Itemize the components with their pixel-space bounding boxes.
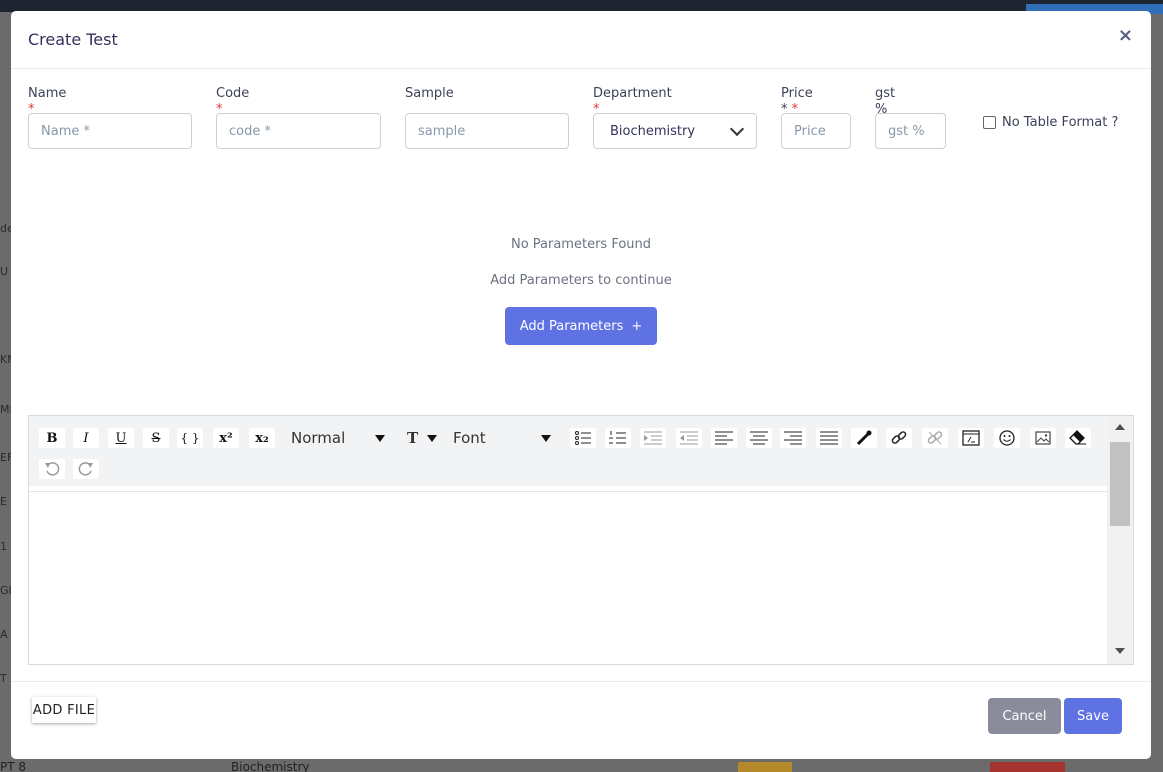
embed-button[interactable]	[958, 428, 984, 448]
font-dropdown[interactable]: Font	[453, 428, 551, 448]
align-left-icon	[715, 431, 733, 445]
link-button[interactable]	[886, 428, 912, 448]
sample-label: Sample	[405, 86, 454, 101]
underline-button[interactable]: U	[108, 428, 134, 448]
emoji-button[interactable]	[994, 428, 1020, 448]
eraser-icon	[1069, 430, 1086, 445]
color-picker-button[interactable]	[851, 428, 877, 448]
code-input[interactable]	[216, 113, 381, 149]
add-parameters-hint: Add Parameters to continue	[490, 273, 672, 288]
align-left-button[interactable]	[711, 428, 737, 448]
close-icon[interactable]: ×	[1118, 27, 1133, 45]
superscript-button[interactable]: x²	[213, 428, 239, 448]
editor-scrollbar[interactable]	[1107, 416, 1133, 664]
department-select[interactable]: Biochemistry	[593, 113, 757, 149]
bullet-list-icon	[575, 431, 591, 445]
create-test-modal: Create Test × Name * Code * Sample Depar…	[11, 11, 1151, 759]
link-icon	[891, 431, 907, 444]
gst-label: gst %	[875, 86, 896, 117]
emoji-icon	[999, 430, 1015, 446]
font-value: Font	[453, 429, 486, 447]
add-parameters-label: Add Parameters	[519, 318, 624, 334]
cancel-button[interactable]: Cancel	[988, 698, 1061, 734]
price-field: Price * *	[781, 86, 813, 117]
chevron-down-icon	[729, 121, 745, 136]
unlink-icon	[927, 431, 943, 445]
department-label: Department *	[593, 86, 672, 117]
scroll-thumb[interactable]	[1110, 442, 1130, 526]
strikethrough-button[interactable]: S	[143, 428, 169, 448]
outdent-icon	[680, 431, 698, 445]
embed-icon	[962, 430, 980, 446]
font-size-dropdown[interactable]: T	[407, 428, 437, 448]
eyedropper-icon	[856, 430, 872, 446]
clear-format-button[interactable]	[1065, 428, 1091, 448]
redo-icon	[78, 462, 93, 476]
bullet-list-button[interactable]	[570, 428, 596, 448]
outdent-button[interactable]	[676, 428, 702, 448]
name-field: Name *	[28, 86, 67, 117]
numbered-list-icon	[609, 431, 626, 444]
background-disable-button	[990, 762, 1065, 772]
rich-text-editor: B I U S { } x² x₂ Normal T Font	[28, 415, 1134, 665]
align-center-icon	[750, 431, 768, 445]
background-edit-button	[738, 762, 792, 772]
redo-button[interactable]	[73, 459, 99, 479]
bold-button[interactable]: B	[39, 428, 65, 448]
modal-header: Create Test ×	[11, 11, 1151, 69]
italic-button[interactable]: I	[73, 428, 99, 448]
modal-title: Create Test	[28, 30, 118, 49]
scroll-down-arrow-icon[interactable]	[1115, 648, 1125, 654]
editor-divider	[29, 491, 1108, 492]
align-right-icon	[784, 431, 802, 445]
numbered-list-button[interactable]	[605, 428, 631, 448]
caret-down-icon	[427, 434, 437, 442]
background-bottom-department: Biochemistry	[231, 760, 310, 772]
add-file-button[interactable]: ADD FILE	[32, 697, 96, 723]
subscript-button[interactable]: x₂	[249, 428, 275, 448]
text-size-icon: T	[407, 429, 419, 447]
undo-button[interactable]	[39, 459, 65, 479]
align-justify-icon	[820, 431, 838, 445]
price-label: Price * *	[781, 86, 813, 117]
department-field: Department *	[593, 86, 672, 117]
sample-field: Sample	[405, 86, 454, 106]
modal-footer-divider	[11, 681, 1151, 682]
code-label: Code *	[216, 86, 250, 117]
background-bottom-code: PT 8	[0, 760, 27, 772]
no-table-format-checkbox[interactable]	[983, 116, 996, 129]
code-button[interactable]: { }	[177, 428, 203, 448]
gst-input[interactable]	[875, 113, 946, 149]
caret-down-icon	[375, 434, 385, 442]
image-icon	[1035, 431, 1051, 445]
no-parameters-text: No Parameters Found	[510, 237, 652, 252]
heading-value: Normal	[291, 429, 346, 447]
price-input[interactable]	[781, 113, 851, 149]
code-field: Code *	[216, 86, 250, 117]
justify-button[interactable]	[816, 428, 842, 448]
gst-field: gst %	[875, 86, 896, 117]
undo-icon	[45, 462, 60, 476]
add-parameters-button[interactable]: Add Parameters +	[505, 307, 657, 345]
unlink-button[interactable]	[922, 428, 948, 448]
name-input[interactable]	[28, 113, 192, 149]
scroll-up-arrow-icon[interactable]	[1115, 424, 1125, 430]
department-value: Biochemistry	[610, 123, 696, 139]
image-button[interactable]	[1030, 428, 1056, 448]
editor-toolbar: B I U S { } x² x₂ Normal T Font	[29, 416, 1108, 486]
caret-down-icon	[541, 434, 551, 442]
align-center-button[interactable]	[746, 428, 772, 448]
sample-input[interactable]	[405, 113, 569, 149]
name-label: Name *	[28, 86, 67, 117]
indent-icon	[644, 431, 662, 445]
indent-button[interactable]	[640, 428, 666, 448]
save-button[interactable]: Save	[1064, 698, 1122, 734]
heading-dropdown[interactable]: Normal	[291, 428, 385, 448]
plus-icon: +	[631, 318, 643, 334]
align-right-button[interactable]	[780, 428, 806, 448]
no-table-format-toggle[interactable]: No Table Format ?	[983, 115, 1118, 130]
no-table-format-label: No Table Format ?	[1002, 115, 1119, 130]
